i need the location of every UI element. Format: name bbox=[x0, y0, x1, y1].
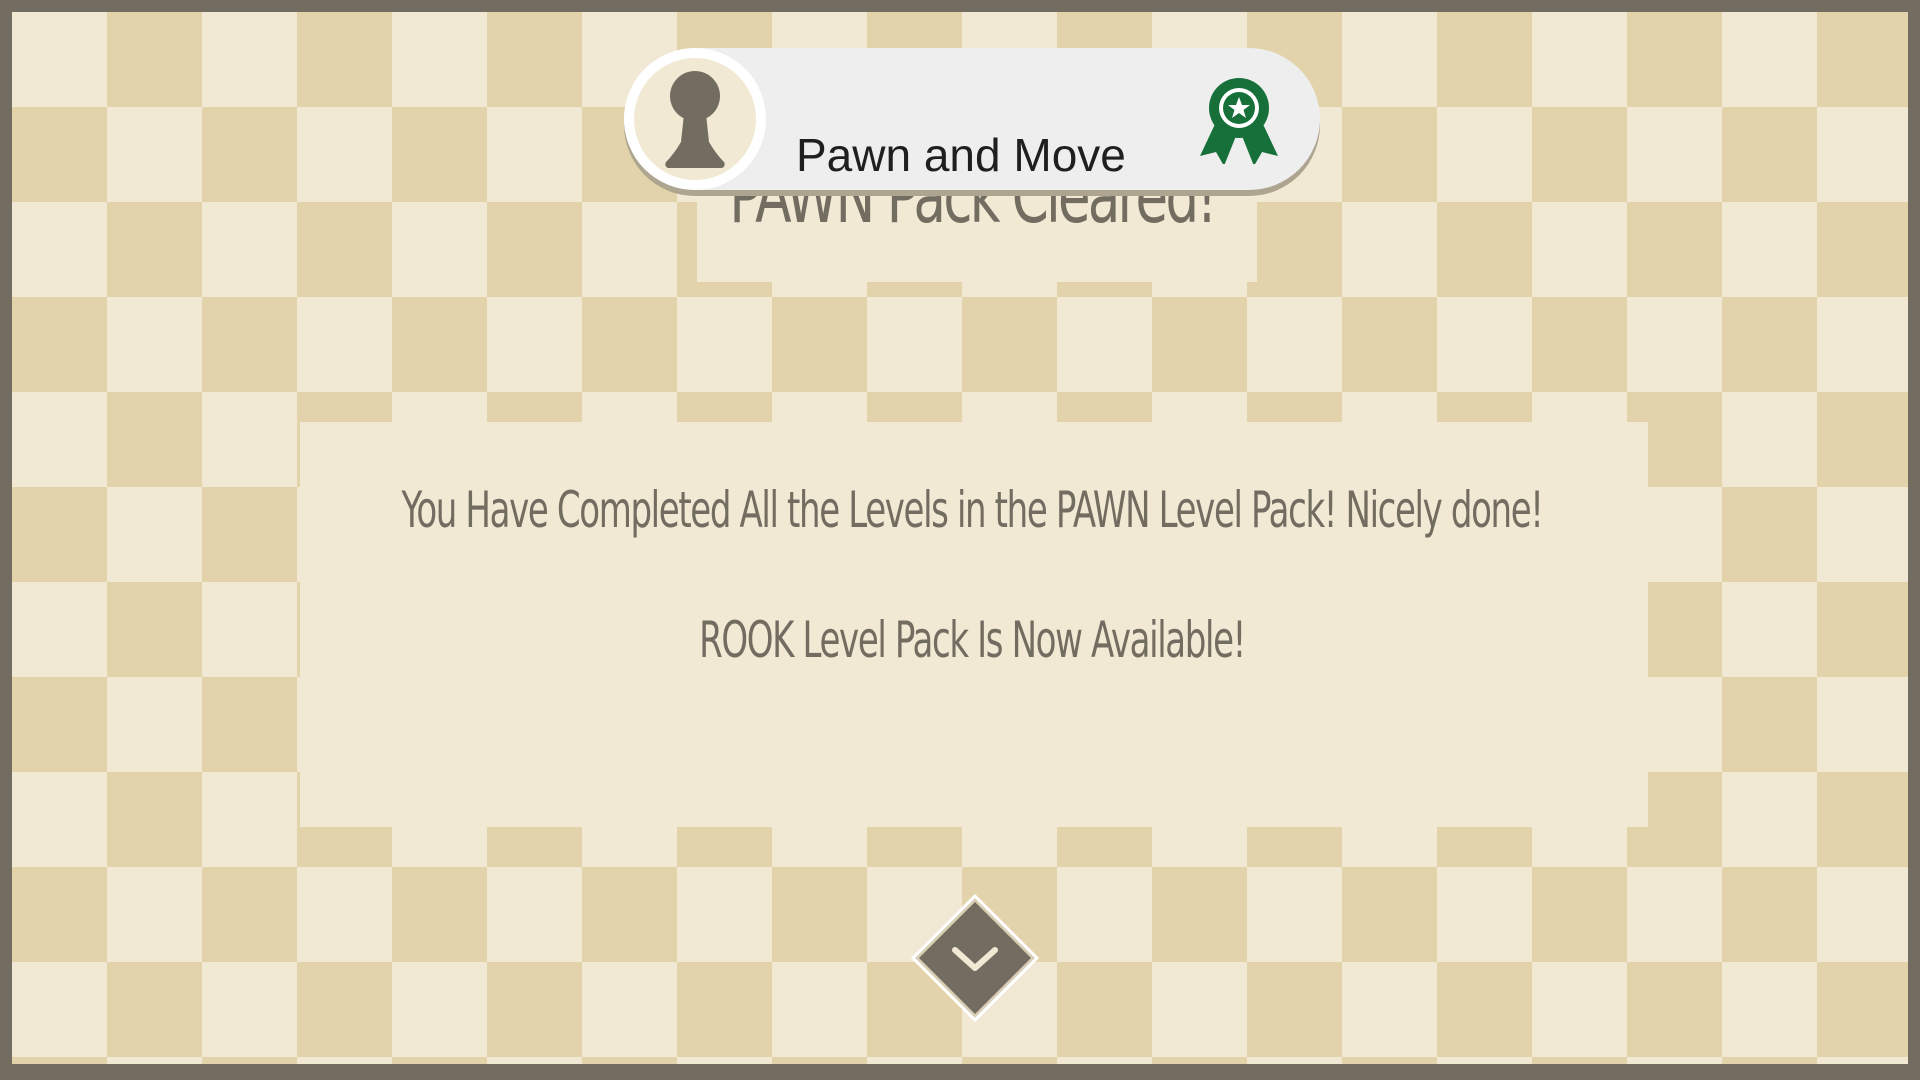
next-button[interactable] bbox=[909, 892, 1041, 1024]
game-board-background: PAWN Pack Cleared! You Have Completed Al… bbox=[12, 12, 1908, 1064]
pawn-icon bbox=[665, 71, 725, 168]
toast-title: Pawn and Move bbox=[796, 129, 1126, 181]
toast-avatar bbox=[624, 48, 766, 190]
unlock-message: ROOK Level Pack Is Now Available! bbox=[699, 611, 1246, 669]
completion-message: You Have Completed All the Levels in the… bbox=[401, 481, 1543, 539]
award-ribbon-icon bbox=[1200, 78, 1278, 164]
achievement-toast: Pawn and Move bbox=[624, 48, 1320, 190]
